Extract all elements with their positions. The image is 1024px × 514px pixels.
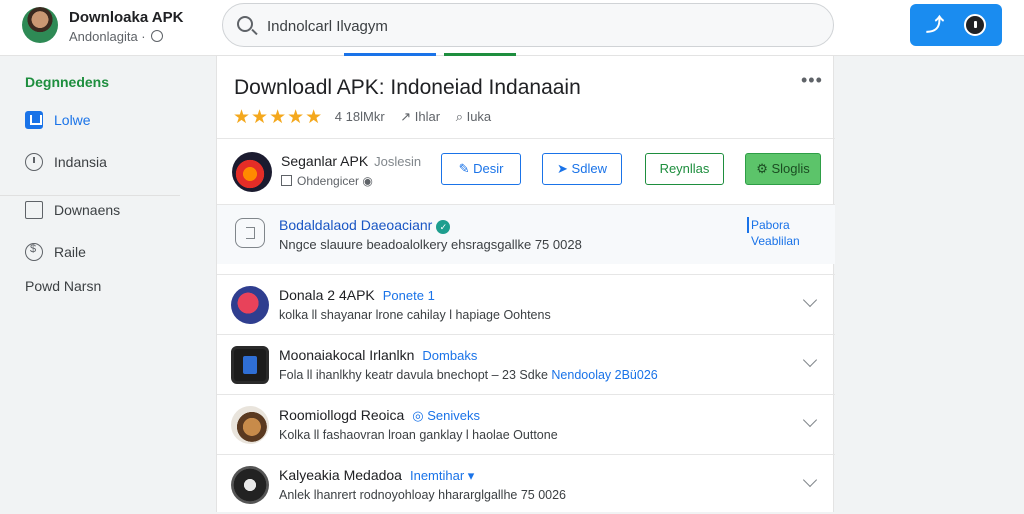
info-title-text: Bodaldalaod Daeoacianr <box>279 217 433 233</box>
globe-icon <box>151 30 164 42</box>
sidebar-heading: Degnnedens <box>25 74 110 90</box>
app-title-text: Moonaiakocal Irlanlkn <box>279 347 415 363</box>
app-description: Kolka ll fashaovran lroan ganklay l haol… <box>279 428 558 442</box>
app-title-text: Roomiollogd Reoica <box>279 407 405 423</box>
home-icon <box>25 111 43 129</box>
sdlew-button-label: Sdlew <box>571 161 607 176</box>
info-banner[interactable]: Bodaldalaod Daeoacianr ✓ Nngce slauure be… <box>217 204 835 264</box>
category-icon <box>281 175 292 186</box>
app-title-text: Donala <box>279 287 324 303</box>
sidebar-item-label: Lolwe <box>54 112 91 128</box>
app-description: kolka ll shayanar lrone cahilay l hapiag… <box>279 308 551 322</box>
developer-subtitle: Ohdengicer ◉ <box>281 174 373 188</box>
search-icon <box>237 16 253 32</box>
chevron-down-icon[interactable] <box>802 472 818 488</box>
search-bar[interactable] <box>222 3 834 47</box>
chevron-down-icon[interactable] <box>802 412 818 428</box>
verified-icon: ✓ <box>436 220 451 234</box>
page-title: Downloadl APK: Indoneiad Indanaain <box>234 76 581 99</box>
more-options-icon[interactable]: ••• <box>801 70 823 91</box>
sidebar: Degnnedens Lolwe Indansia Downaens Raile… <box>0 56 216 512</box>
app-description: Fola ll ihanlkhy keatr davula bnechopt –… <box>279 368 658 382</box>
app-title-text: Kalyeakia Medadoa <box>279 467 402 483</box>
app-description: Anlek lhanrert rodnoyohloay hhararglgall… <box>279 488 567 502</box>
list-item[interactable]: Kalyeakia Medadoa Inemtihar ▾ Anlek lhanr… <box>217 454 835 514</box>
developer-name-text: Seganlar APK <box>281 153 369 169</box>
list-item[interactable]: Roomiollogd Reoica ◎ Seniveks Kolka ll fa… <box>217 394 835 454</box>
reynllas-button[interactable]: Reynllas <box>645 153 724 185</box>
share-link[interactable]: ↗ Ihlar <box>400 109 440 124</box>
sidebar-item-label: Indansia <box>54 154 107 170</box>
main-panel: Downloadl APK: Indoneiad Indanaain ••• ★… <box>216 56 835 514</box>
app-icon <box>231 466 269 504</box>
developer-name-sub: Joslesin <box>374 154 422 169</box>
globe-icon: ◉ <box>359 174 373 188</box>
developer-logo[interactable] <box>232 152 272 192</box>
app-title: Moonaiakocal Irlanlkn Dombaks <box>279 347 477 363</box>
sidebar-item-indonesia[interactable]: Indansia <box>0 142 180 182</box>
sidebar-item-label: Raile <box>54 244 86 260</box>
sloglis-button-label: Sloglis <box>771 161 810 176</box>
app-title-extra: 2 4APK <box>327 287 375 303</box>
app-description-text: Fola ll ihanlkhy keatr davula bnechopt –… <box>279 368 548 382</box>
app-tag[interactable]: ◎ Seniveks <box>412 408 480 423</box>
developer-subtitle-text: Ohdengicer <box>297 174 360 188</box>
desir-button[interactable]: ✎ Desir <box>441 153 521 185</box>
info-title[interactable]: Bodaldalaod Daeoacianr ✓ <box>279 217 451 234</box>
sidebar-item-downloads[interactable]: Downaens <box>0 190 180 230</box>
sidebar-item-label: Downaens <box>54 202 121 218</box>
rating-count: 4 18lMkr <box>334 109 385 124</box>
app-description-highlight: Nendoolay 2Bü026 <box>551 368 658 382</box>
app-tag[interactable]: Inemtihar ▾ <box>410 468 474 483</box>
reynllas-button-label: Reynllas <box>659 161 710 176</box>
brand-subtitle-text: Andonlagita · <box>69 29 146 44</box>
brand-subtitle: Andonlagita · <box>69 29 164 44</box>
brand-avatar[interactable] <box>22 7 58 43</box>
info-side-marker <box>747 217 749 233</box>
sidebar-item-home[interactable]: Lolwe <box>0 100 180 140</box>
brand-title[interactable]: Downloaka APK <box>69 9 183 26</box>
info-description: Nngce slauure beadoalolkery ehsragsgallk… <box>279 237 582 252</box>
clock-icon <box>25 153 43 171</box>
info-side-line2: Veablilan <box>751 234 800 248</box>
rating-bar: ★★★★★ 4 18lMkr ↗ Ihlar ⌕ Iuka <box>233 106 491 129</box>
developer-name[interactable]: Seganlar APK Joslesin <box>281 153 421 169</box>
package-icon <box>235 218 265 248</box>
info-side-link[interactable]: Pabora Veablilan <box>747 217 800 249</box>
app-tag[interactable]: Ponete 1 <box>383 288 435 303</box>
arrow-icon[interactable]: ⤴ <box>926 16 944 34</box>
sloglis-button[interactable]: ⚙ Sloglis <box>745 153 821 185</box>
app-tag[interactable]: Dombaks <box>422 348 477 363</box>
account-action-button[interactable]: ⤴ <box>910 4 1002 46</box>
sidebar-item-rate[interactable]: Raile <box>0 232 180 272</box>
comment-link[interactable]: ⌕ Iuka <box>456 109 491 124</box>
list-item[interactable]: Moonaiakocal Irlanlkn Dombaks Fola ll iha… <box>217 334 835 394</box>
list-item[interactable]: Donala 2 4APK Ponete 1 kolka ll shayanar … <box>217 274 835 334</box>
app-icon <box>231 406 269 444</box>
search-input[interactable] <box>267 15 807 37</box>
developer-row: Seganlar APK Joslesin Ohdengicer ◉ ✎ Desi… <box>217 138 835 204</box>
rating-stars: ★★★★★ <box>233 107 324 128</box>
power-icon[interactable] <box>964 14 986 36</box>
app-icon <box>231 286 269 324</box>
app-title: Roomiollogd Reoica ◎ Seniveks <box>279 407 480 424</box>
rate-icon <box>25 243 43 261</box>
app-title: Kalyeakia Medadoa Inemtihar ▾ <box>279 467 474 484</box>
app-title: Donala 2 4APK Ponete 1 <box>279 287 435 303</box>
app-icon <box>231 346 269 384</box>
chevron-down-icon[interactable] <box>802 352 818 368</box>
info-side-line1: Pabora <box>751 218 790 232</box>
chevron-down-icon[interactable] <box>802 292 818 308</box>
folder-icon <box>25 201 43 219</box>
desir-button-label: Desir <box>473 161 504 176</box>
sidebar-footer-link[interactable]: Powd Narsn <box>25 278 101 294</box>
sdlew-button[interactable]: ➤ Sdlew <box>542 153 622 185</box>
top-bar: Downloaka APK Andonlagita · ⤴ <box>0 0 1024 56</box>
